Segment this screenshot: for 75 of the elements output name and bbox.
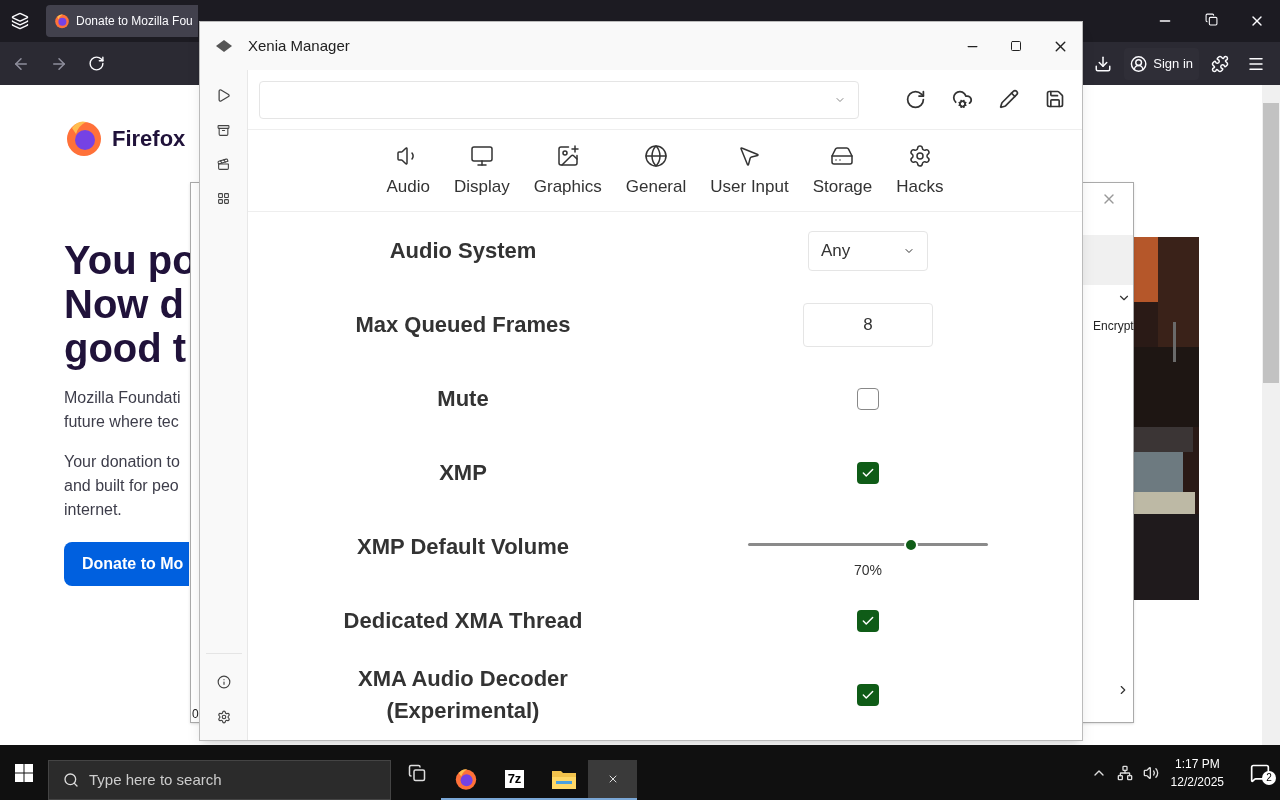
paragraph-line: Your donation to [64, 452, 180, 472]
settings-tab[interactable]: Audio [378, 143, 438, 199]
network-icon[interactable] [1116, 764, 1133, 781]
setting-label: Mute [437, 385, 489, 413]
setting-label: XMP [439, 459, 487, 487]
checkbox[interactable] [857, 610, 879, 632]
firefox-icon [54, 13, 70, 29]
column-header: Encrypt [1093, 318, 1134, 335]
paragraph-line: internet. [64, 500, 122, 520]
settings-tab[interactable]: Display [446, 143, 518, 199]
reload-icon[interactable] [88, 55, 105, 72]
info-icon[interactable] [216, 675, 231, 689]
folder-icon [551, 769, 576, 789]
user-icon [1130, 54, 1148, 73]
dropdown[interactable]: Any [808, 231, 928, 271]
settings-tab[interactable]: User Input [702, 143, 797, 199]
grid-icon[interactable] [217, 192, 230, 205]
taskbar-app[interactable]: 7z [490, 760, 539, 800]
cloud-icon[interactable] [952, 89, 973, 110]
tab-list-icon[interactable] [11, 12, 29, 30]
setting-label: Max Queued Frames [355, 311, 571, 339]
browser-tab[interactable]: Donate to Mozilla Fou [46, 5, 198, 37]
volume-reading: 70% [854, 560, 882, 580]
settings-tab[interactable]: General [617, 143, 695, 199]
settings-tab[interactable]: Hacks [888, 143, 952, 199]
sign-in-button[interactable]: Sign in [1124, 47, 1199, 80]
start-icon[interactable] [15, 763, 33, 782]
app-icon [216, 40, 232, 52]
settings-icon [907, 143, 932, 168]
notifications-icon[interactable] [1250, 762, 1270, 783]
setting-label: XMA Audio Decoder (Experimental) [358, 665, 568, 725]
download-icon[interactable] [1094, 54, 1112, 73]
clapperboard-icon[interactable] [217, 158, 230, 171]
save-icon[interactable] [1045, 89, 1065, 109]
search-icon [63, 772, 79, 788]
settings-tab[interactable]: Graphics [525, 143, 610, 199]
checkbox[interactable] [857, 462, 879, 484]
notification-badge: 2 [1262, 770, 1276, 785]
extensions-icon[interactable] [1211, 54, 1229, 73]
archive-icon[interactable] [217, 124, 230, 137]
checkbox[interactable] [857, 684, 879, 706]
settings-tab[interactable]: Storage [804, 143, 881, 199]
settings-icon[interactable] [216, 710, 231, 724]
monitor-icon [469, 143, 494, 168]
status-text: 0 [192, 706, 199, 723]
window-title: Xenia Manager [248, 35, 350, 56]
check-icon [861, 466, 875, 480]
clock[interactable]: 1:17 PM 12/2/2025 [1170, 754, 1224, 791]
volume-slider[interactable] [748, 537, 988, 552]
paragraph-line: and built for peo [64, 476, 179, 496]
check-icon [861, 614, 875, 628]
setting-label: XMP Default Volume [357, 533, 569, 561]
refresh-icon[interactable] [905, 89, 926, 110]
paragraph-line: Mozilla Foundati [64, 388, 181, 408]
heading-line: good t [64, 326, 187, 370]
check-icon [861, 688, 875, 702]
checkbox[interactable] [857, 388, 879, 410]
maximize-icon[interactable] [1010, 40, 1022, 52]
globe-icon [644, 143, 668, 168]
taskbar-search[interactable]: Type here to search [48, 760, 391, 800]
donate-button[interactable]: Donate to Mo [64, 542, 189, 586]
task-view-icon[interactable] [408, 763, 426, 782]
brand-name: Firefox [112, 124, 186, 153]
paragraph-line: future where tec [64, 412, 179, 432]
firefox-icon [453, 767, 478, 791]
play-icon[interactable] [216, 88, 231, 103]
setting-label: Dedicated XMA Thread [343, 607, 583, 635]
heading-line: Now d [64, 282, 184, 326]
scrollbar[interactable] [1262, 85, 1280, 745]
volume-icon[interactable] [1142, 764, 1159, 781]
edit-icon[interactable] [999, 89, 1019, 109]
image-icon [555, 143, 580, 168]
restore-icon[interactable] [1204, 13, 1218, 26]
setting-label: Audio System [389, 237, 537, 265]
number-field[interactable]: 8 [803, 303, 933, 347]
